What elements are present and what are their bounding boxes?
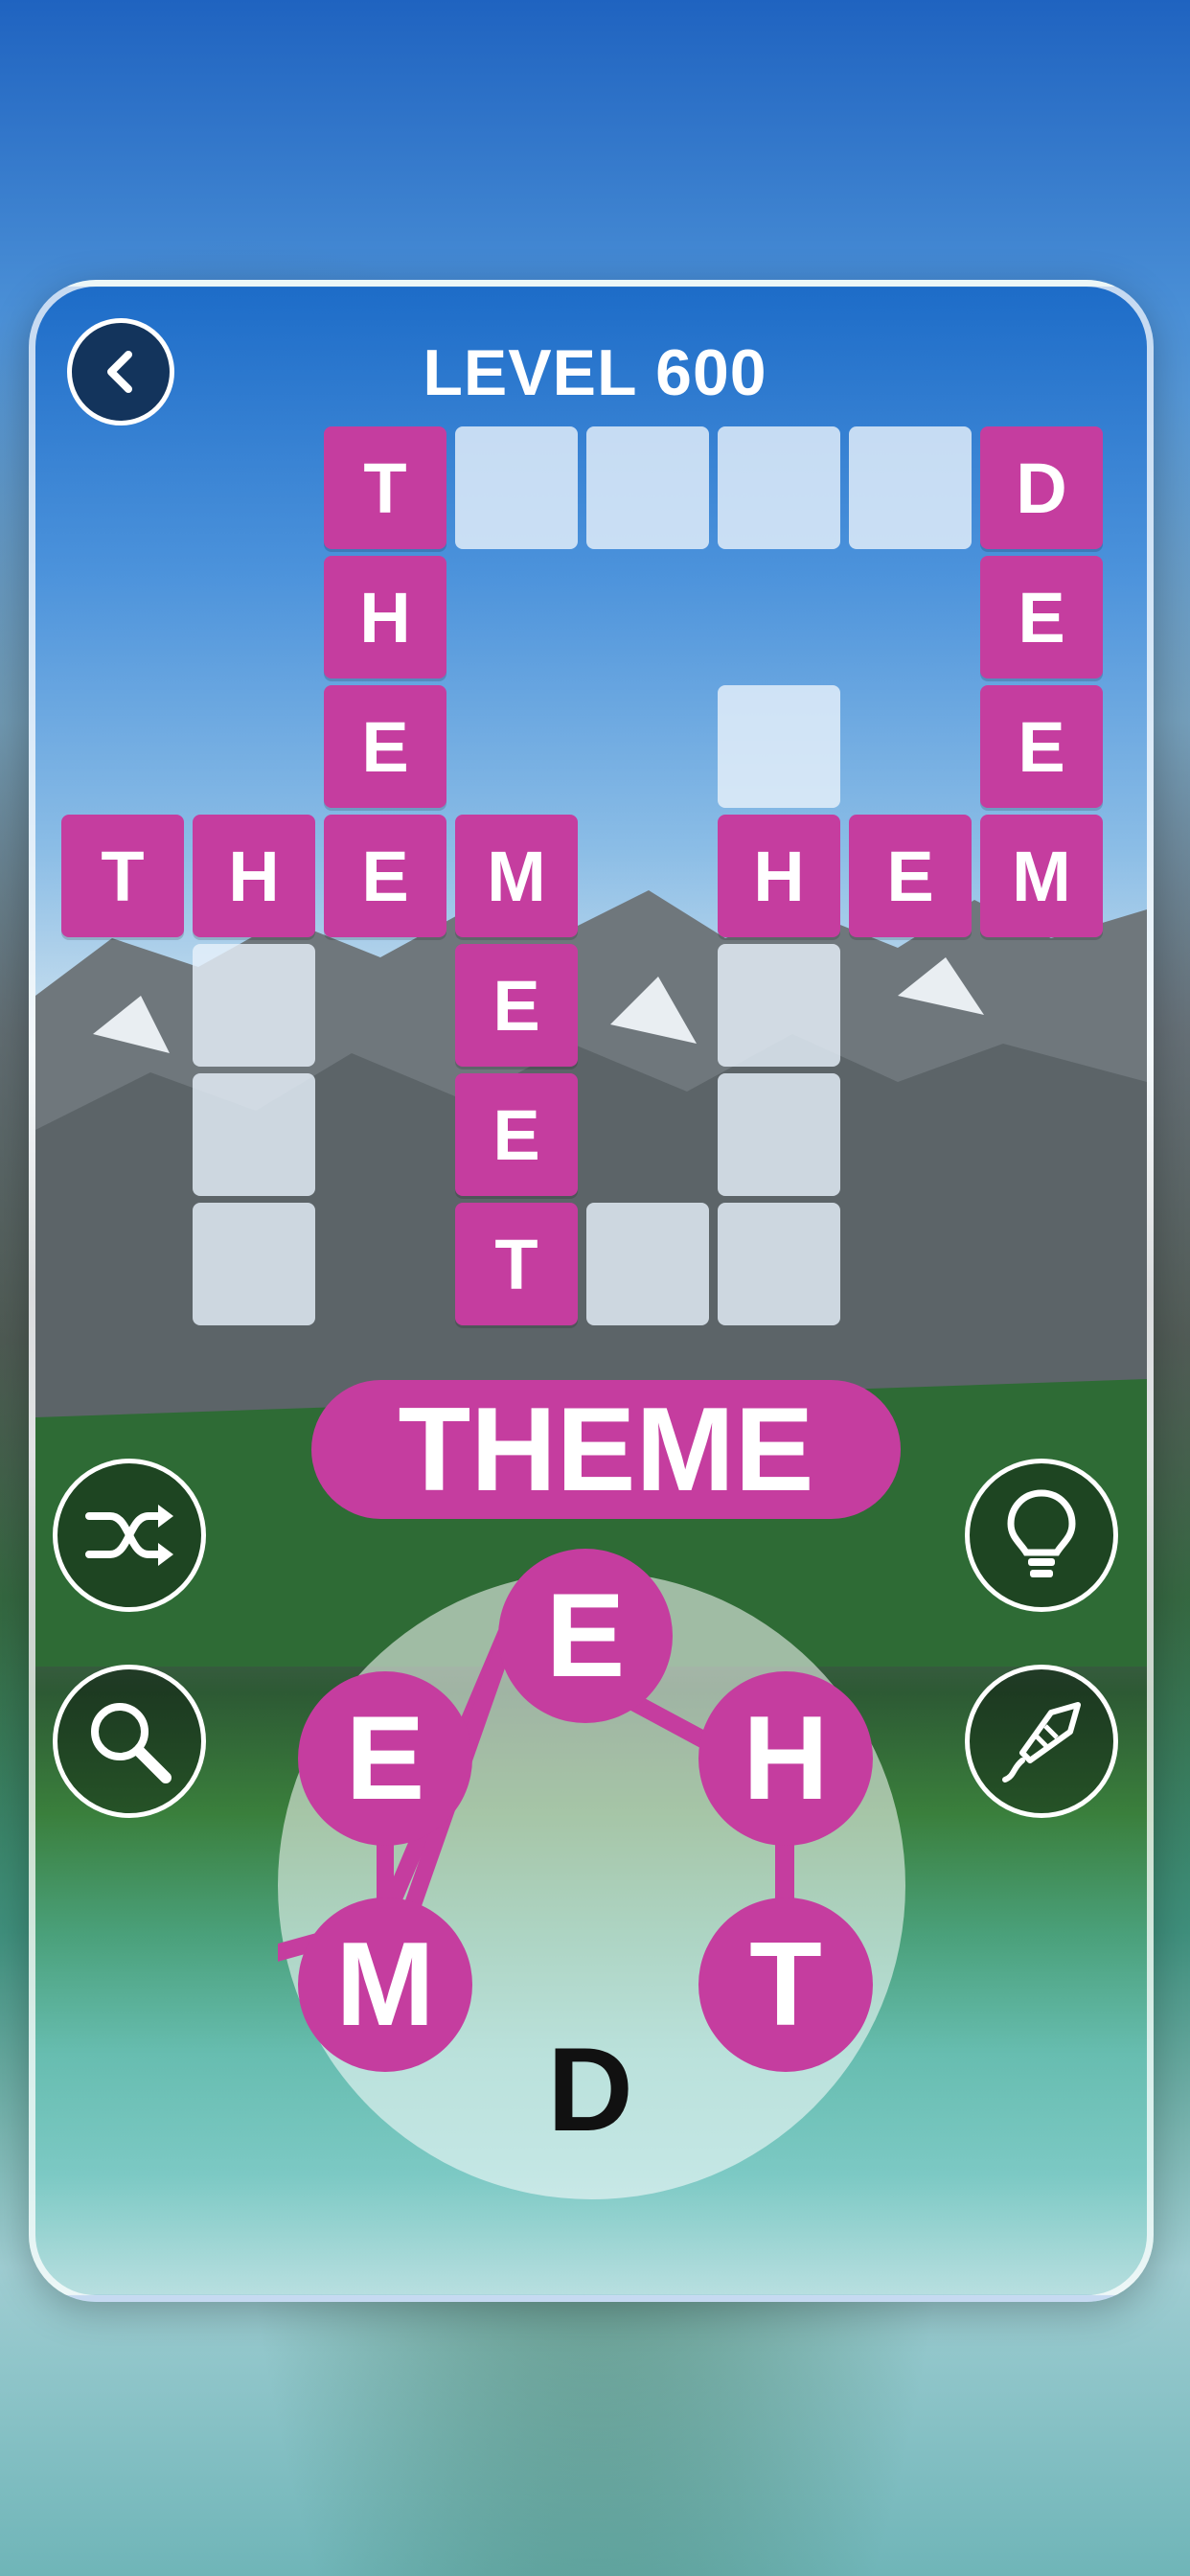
grid-tile-empty xyxy=(455,426,578,549)
grid-tile: M xyxy=(980,815,1103,937)
grid-tile: H xyxy=(324,556,446,678)
grid-tile: H xyxy=(193,815,315,937)
grid-tile-empty xyxy=(193,944,315,1067)
wheel-letter[interactable]: E xyxy=(298,1671,472,1846)
grid-tile-empty xyxy=(193,1073,315,1196)
grid-tile: E xyxy=(324,685,446,808)
grid-tile-empty xyxy=(718,1203,840,1325)
grid-tile: D xyxy=(980,426,1103,549)
search-button[interactable] xyxy=(53,1665,206,1818)
grid-tile: E xyxy=(980,685,1103,808)
grid-tile: T xyxy=(455,1203,578,1325)
grid-tile-empty xyxy=(586,1203,709,1325)
grid-tile-empty xyxy=(718,944,840,1067)
grid-tile: E xyxy=(980,556,1103,678)
grid-tile: E xyxy=(849,815,972,937)
shuffle-icon xyxy=(85,1505,173,1566)
wheel-letter[interactable]: D xyxy=(503,2003,677,2177)
grid-tile-empty xyxy=(718,1073,840,1196)
shuffle-button[interactable] xyxy=(53,1459,206,1612)
wheel-letter[interactable]: E xyxy=(498,1549,673,1723)
current-word-text: THEME xyxy=(398,1383,814,1516)
rocket-button[interactable] xyxy=(965,1665,1118,1818)
grid-tile: H xyxy=(718,815,840,937)
wheel-letter[interactable]: T xyxy=(698,1898,873,2072)
grid-tile-empty xyxy=(193,1203,315,1325)
wheel-letter[interactable]: M xyxy=(298,1898,472,2072)
grid-tile: T xyxy=(61,815,184,937)
grid-tile-empty xyxy=(718,685,840,808)
hint-button[interactable] xyxy=(965,1459,1118,1612)
grid-tile-empty xyxy=(849,426,972,549)
rocket-icon xyxy=(1002,1702,1081,1782)
grid-tile: T xyxy=(324,426,446,549)
grid-tile: E xyxy=(455,1073,578,1196)
magnifier-icon xyxy=(91,1703,172,1783)
grid-tile: E xyxy=(455,944,578,1067)
lightbulb-icon xyxy=(1007,1489,1076,1577)
grid-tile: M xyxy=(455,815,578,937)
wheel-letter[interactable]: H xyxy=(698,1671,873,1846)
grid-tile: E xyxy=(324,815,446,937)
level-title: LEVEL 600 xyxy=(423,336,767,409)
grid-tile-empty xyxy=(586,426,709,549)
current-word-display: THEME xyxy=(311,1380,901,1519)
grid-tile-empty xyxy=(718,426,840,549)
